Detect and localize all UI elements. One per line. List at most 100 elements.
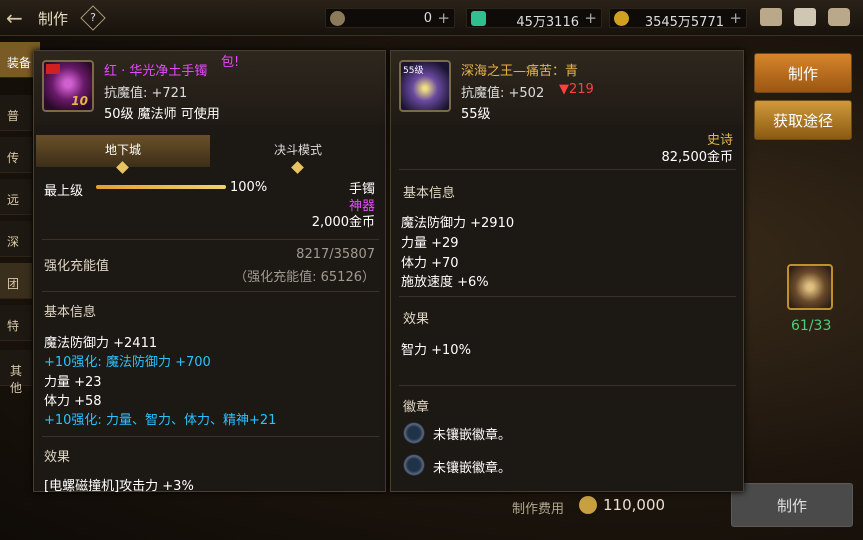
- level-requirement: 50级 魔法师 可使用: [104, 107, 220, 122]
- material-count: 61/33: [791, 318, 832, 334]
- shop-icon[interactable]: [760, 8, 782, 26]
- grade-label: 最上级: [44, 184, 84, 199]
- add-currency-icon[interactable]: +: [584, 9, 597, 27]
- sidebar-item[interactable]: 特: [0, 305, 32, 341]
- stat-line: 力量 +23: [44, 375, 102, 390]
- stat-line: 力量 +29: [401, 236, 459, 251]
- upgrade-level: 10: [71, 94, 88, 108]
- enhance-total: （强化充能值: 65126）: [234, 270, 375, 285]
- item-tooltip-current: 10 红 · 华光净土手镯 包! 抗魔值: +721 50级 魔法师 可使用 地…: [33, 50, 386, 492]
- badge-empty-text: 未镶嵌徽章。: [433, 428, 512, 443]
- item-level: 55级: [461, 107, 491, 122]
- stat-line: 魔法防御力 +2411: [44, 336, 158, 351]
- chat-icon[interactable]: [828, 8, 850, 26]
- currency-value: 45万3116: [516, 15, 579, 30]
- divider: [42, 239, 379, 240]
- item-header: 10 红 · 华光净土手镯 包! 抗魔值: +721 50级 魔法师 可使用: [34, 51, 385, 125]
- basic-info-heading: 基本信息: [403, 186, 456, 201]
- sidebar-item-label: 传: [7, 151, 20, 165]
- item-price: 2,000金币: [311, 215, 375, 230]
- stat-line: 施放速度 +6%: [401, 275, 489, 290]
- currency-bar-1: 0 +: [325, 8, 455, 28]
- cost-value: 110,000: [603, 496, 666, 514]
- currency-value: 3545万5771: [644, 15, 724, 30]
- add-currency-icon[interactable]: +: [729, 9, 742, 27]
- effect-heading: 效果: [44, 450, 71, 465]
- gold-coin-icon: [614, 11, 629, 26]
- make-bottom-button[interactable]: 制作: [731, 483, 853, 527]
- back-arrow-icon[interactable]: ←: [6, 7, 28, 29]
- page-title: 制作: [38, 10, 69, 28]
- stat-line: 体力 +58: [44, 394, 102, 409]
- tab-label: 决斗模式: [273, 143, 322, 157]
- enhance-value: 8217/35807: [296, 247, 375, 262]
- sidebar-item[interactable]: 远: [0, 179, 32, 215]
- help-icon[interactable]: ?: [80, 5, 106, 31]
- item-header: 55级 深海之王—痛苦：青 抗魔值: +502 ▼219 55级: [391, 51, 743, 125]
- mail-icon[interactable]: [794, 8, 816, 26]
- grade-percent: 100%: [230, 180, 268, 195]
- sidebar-item-label: 普: [7, 109, 20, 123]
- gold-coin-icon: [579, 496, 597, 514]
- item-icon: 55级: [399, 60, 451, 112]
- divider: [42, 291, 379, 292]
- divider: [399, 385, 736, 386]
- resist-diff: ▼219: [559, 82, 594, 97]
- add-currency-icon[interactable]: +: [437, 9, 450, 27]
- sidebar-item-label: 特: [7, 319, 20, 333]
- tab-indicator-icon: [116, 161, 129, 174]
- item-price: 82,500金币: [661, 150, 734, 165]
- effect-line: 智力 +10%: [401, 343, 471, 358]
- enhance-label: 强化充能值: [44, 259, 110, 274]
- mode-tabs: 地下城 决斗模式: [36, 135, 385, 174]
- currency-bar-3: 3545万5771 +: [609, 8, 747, 30]
- sidebar-item-label: 深: [7, 235, 20, 249]
- item-level-badge: 55级: [403, 66, 424, 76]
- sidebar-item[interactable]: 深: [0, 221, 32, 257]
- stat-line: 体力 +70: [401, 256, 459, 271]
- sidebar-item-label: 团: [7, 277, 20, 291]
- tab-label: 地下城: [104, 143, 141, 157]
- grade-bar-fill: [96, 185, 226, 189]
- resist-value: 抗魔值: +721: [104, 86, 188, 101]
- top-bar: ← 制作 ? 0 + 45万3116 + 3545万5771 +: [0, 0, 863, 36]
- sidebar-item-other[interactable]: 其他: [0, 350, 32, 395]
- currency-bar-2: 45万3116 +: [466, 8, 602, 30]
- item-name-suffix: 包!: [221, 55, 240, 70]
- stat-line: +10强化: 魔法防御力 +700: [44, 355, 211, 370]
- sidebar-item-label: 其他: [10, 364, 23, 395]
- tab-dungeon[interactable]: 地下城: [36, 135, 210, 174]
- get-source-button[interactable]: 获取途径: [754, 100, 852, 140]
- basic-info-heading: 基本信息: [44, 305, 97, 320]
- grade-bar: [96, 185, 226, 189]
- make-button[interactable]: 制作: [754, 53, 852, 93]
- badge-slot-icon[interactable]: [403, 422, 425, 444]
- tab-indicator-icon: [291, 161, 304, 174]
- item-tooltip-target: 55级 深海之王—痛苦：青 抗魔值: +502 ▼219 55级 史诗 82,5…: [390, 50, 744, 492]
- sidebar-item[interactable]: 传: [0, 137, 32, 173]
- sidebar-item-label: 远: [7, 193, 20, 207]
- gem-icon: [471, 11, 486, 26]
- badge-heading: 徽章: [403, 400, 430, 415]
- divider: [399, 169, 736, 170]
- badge-empty-text: 未镶嵌徽章。: [433, 461, 512, 476]
- material-slot[interactable]: [787, 264, 833, 310]
- sidebar-item[interactable]: 普: [0, 95, 32, 131]
- item-name: 红 · 华光净土手镯: [104, 64, 208, 79]
- badge-slot-icon[interactable]: [403, 454, 425, 476]
- item-name: 深海之王—痛苦：青: [461, 64, 579, 79]
- cost-label: 制作费用: [512, 502, 565, 517]
- sidebar-item-label: 装备: [7, 56, 32, 70]
- ribbon-icon: [46, 64, 60, 74]
- stat-line: 魔法防御力 +2910: [401, 216, 515, 231]
- stat-line: +10强化: 力量、智力、体力、精神+21: [44, 413, 277, 428]
- tab-duel[interactable]: 决斗模式: [211, 135, 385, 174]
- resist-value: 抗魔值: +502: [461, 86, 545, 101]
- effect-line: [电螺磁撞机]攻击力 +3%: [44, 479, 194, 492]
- divider: [42, 436, 379, 437]
- currency-value: 0: [423, 11, 432, 26]
- effect-heading: 效果: [403, 312, 430, 327]
- coupon-icon: [330, 11, 345, 26]
- item-icon: 10: [42, 60, 94, 112]
- sidebar-item[interactable]: 团: [0, 263, 32, 299]
